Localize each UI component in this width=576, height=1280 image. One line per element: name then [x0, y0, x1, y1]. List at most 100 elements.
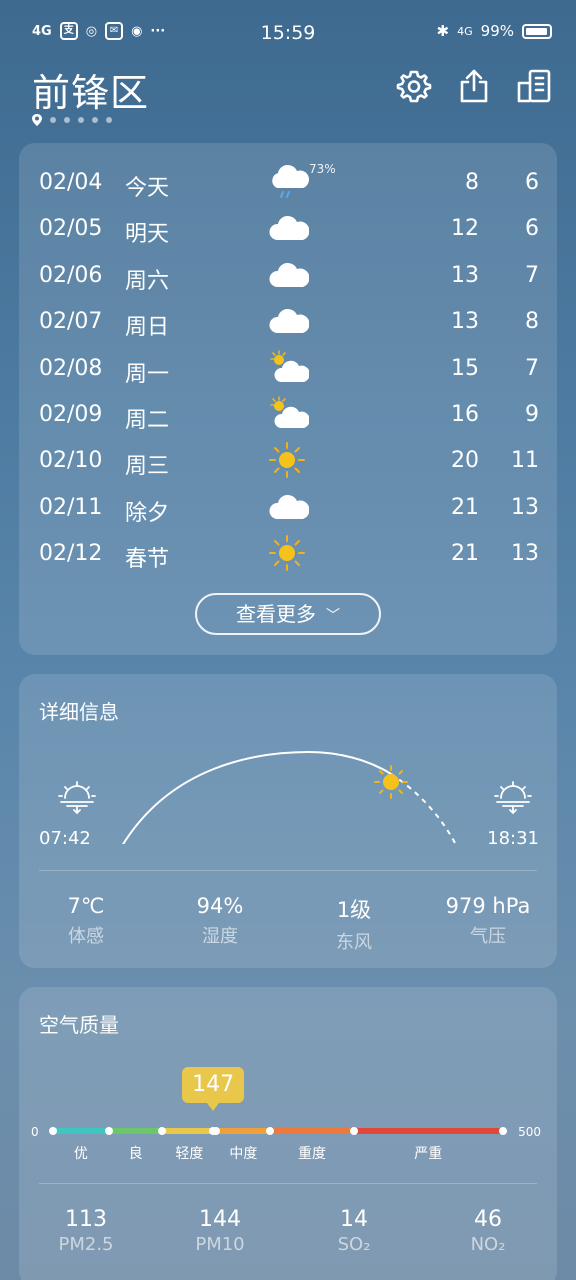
- forecast-row[interactable]: 02/10 周三 20 11: [19, 438, 557, 484]
- forecast-day: 周一: [125, 361, 170, 387]
- page-indicator: [32, 114, 112, 126]
- forecast-day: 今天: [125, 176, 170, 201]
- sunrise-time: 07:42: [39, 828, 91, 849]
- cloud-icon: [269, 262, 309, 287]
- stat-label: 体感: [68, 926, 104, 947]
- forecast-high: 12: [451, 216, 479, 242]
- aqi-scale-node: [49, 1127, 57, 1135]
- stat-value: 94%: [196, 894, 244, 918]
- aqi-level-label: 重度: [297, 1146, 326, 1162]
- aqi-scale-bar: [49, 1127, 507, 1135]
- forecast-low: 8: [525, 309, 539, 335]
- signal-4g-right-indicator: 4G: [457, 24, 473, 38]
- forecast-day: 周六: [125, 268, 170, 294]
- pollutant-value: 46: [474, 1207, 502, 1232]
- forecast-day: 明天: [125, 222, 170, 248]
- forecast-row[interactable]: 02/11 除夕 21 13: [19, 485, 557, 531]
- forecast-row[interactable]: 02/04 今天 73% 8 6: [19, 160, 557, 206]
- forecast-date: 02/09: [39, 402, 103, 427]
- pollutant-value: 14: [340, 1207, 368, 1232]
- aqi-scale-node: [349, 1127, 358, 1135]
- forecast-high: 16: [451, 402, 479, 427]
- air-quality-card[interactable]: 空气质量 147 0 500 优 良 轻度 中度 重度 严重 113 PM2.5 144 …: [19, 987, 557, 1280]
- current-sun-icon: [374, 765, 408, 799]
- forecast-day: 春节: [125, 547, 170, 573]
- partly-cloudy-icon: [270, 396, 309, 428]
- forecast-low: 6: [525, 170, 539, 195]
- aqi-scale-segment: [353, 1128, 503, 1134]
- forecast-day: 周二: [125, 408, 170, 433]
- forecast-date: 02/06: [39, 262, 103, 288]
- aqi-title: 空气质量: [39, 1013, 119, 1037]
- aqi-value-badge: 147: [182, 1067, 245, 1111]
- forecast-row[interactable]: 02/05 明天 12 6: [19, 206, 557, 252]
- forecast-row[interactable]: 02/08 周一 15 7: [19, 346, 557, 392]
- forecast-low: 13: [511, 494, 539, 520]
- stat-label: 东风: [336, 932, 372, 953]
- forecast-row[interactable]: 02/12 春节 21 13: [19, 531, 557, 577]
- pollutant-label: PM10: [195, 1234, 245, 1255]
- forecast-low: 9: [525, 402, 539, 427]
- sun-arc-remaining: [390, 773, 457, 844]
- aqi-level-label: 轻度: [175, 1146, 204, 1162]
- forecast-high: 13: [451, 309, 479, 335]
- sun-icon: [269, 535, 305, 572]
- forecast-high: 21: [451, 541, 479, 567]
- stat-humidity: 94% 湿度: [153, 894, 287, 948]
- page-dot: [64, 117, 70, 123]
- forecast-day: 周日: [125, 315, 170, 341]
- city-list-icon[interactable]: [516, 68, 552, 104]
- pollutant-so2: 14 SO₂: [287, 1207, 421, 1255]
- forecast-high: 20: [451, 448, 479, 474]
- forecast-low: 7: [525, 262, 539, 288]
- sunset-time: 18:31: [487, 828, 539, 849]
- cloud-icon: [269, 216, 309, 241]
- forecast-date: 02/10: [39, 448, 103, 474]
- aqi-divider: [39, 1183, 537, 1184]
- forecast-high: 8: [465, 170, 479, 195]
- see-more-button[interactable]: 查看更多 ﹀: [195, 593, 381, 635]
- pollutant-value: 113: [65, 1207, 107, 1232]
- details-divider: [39, 870, 537, 871]
- forecast-high: 21: [451, 494, 479, 520]
- aqi-level-label: 优: [73, 1146, 88, 1162]
- header: 前锋区: [32, 62, 552, 134]
- sunset-icon: [494, 781, 532, 815]
- forecast-row[interactable]: 02/07 周日 13 8: [19, 299, 557, 345]
- battery-icon: [522, 23, 552, 39]
- partly-cloudy-icon: [270, 349, 309, 382]
- aqi-scale-min: 0: [31, 1125, 39, 1139]
- forecast-date: 02/07: [39, 309, 103, 335]
- share-icon[interactable]: [456, 68, 492, 104]
- status-right-icons: ✱ 4G 99%: [437, 22, 552, 40]
- details-title: 详细信息: [39, 700, 119, 724]
- forecast-low: 7: [525, 355, 539, 381]
- rain-cloud-icon: [272, 164, 309, 198]
- page-dot: [106, 117, 112, 123]
- stat-value: 979 hPa: [445, 894, 531, 918]
- aqi-scale-max: 500: [518, 1125, 541, 1139]
- aqi-scale-node: [104, 1127, 113, 1135]
- pollutant-label: PM2.5: [58, 1234, 114, 1255]
- page-dot: [78, 117, 84, 123]
- bluetooth-icon: ✱: [436, 22, 450, 40]
- forecast-card: 02/04 今天 73% 8 6 02/05 明天 12 6 02/06 周六 13 7 02/07 周日 1…: [19, 143, 557, 655]
- header-actions: [396, 68, 552, 104]
- settings-gear-icon[interactable]: [396, 68, 432, 104]
- pollutant-no2: 46 NO₂: [421, 1207, 555, 1255]
- stat-value: 1级: [336, 898, 372, 922]
- stat-label: 湿度: [202, 926, 238, 947]
- aqi-scale-node: [499, 1127, 507, 1135]
- stat-pressure: 979 hPa 气压: [421, 894, 555, 948]
- stat-feels-like: 7℃ 体感: [19, 894, 153, 948]
- forecast-row[interactable]: 02/09 周二 16 9: [19, 392, 557, 438]
- forecast-date: 02/05: [39, 216, 103, 242]
- aqi-scale-segment: [270, 1128, 354, 1134]
- pollutant-value: 144: [199, 1207, 241, 1232]
- forecast-row[interactable]: 02/06 周六 13 7: [19, 253, 557, 299]
- stat-wind: 1级 东风: [287, 894, 421, 954]
- aqi-level-label: 良: [128, 1146, 143, 1162]
- page-dot: [92, 117, 98, 123]
- forecast-date: 02/04: [39, 170, 103, 195]
- details-card: 详细信息 07:42 18:31 7℃ 体感 94% 湿度 1级 东风 979 …: [19, 674, 557, 968]
